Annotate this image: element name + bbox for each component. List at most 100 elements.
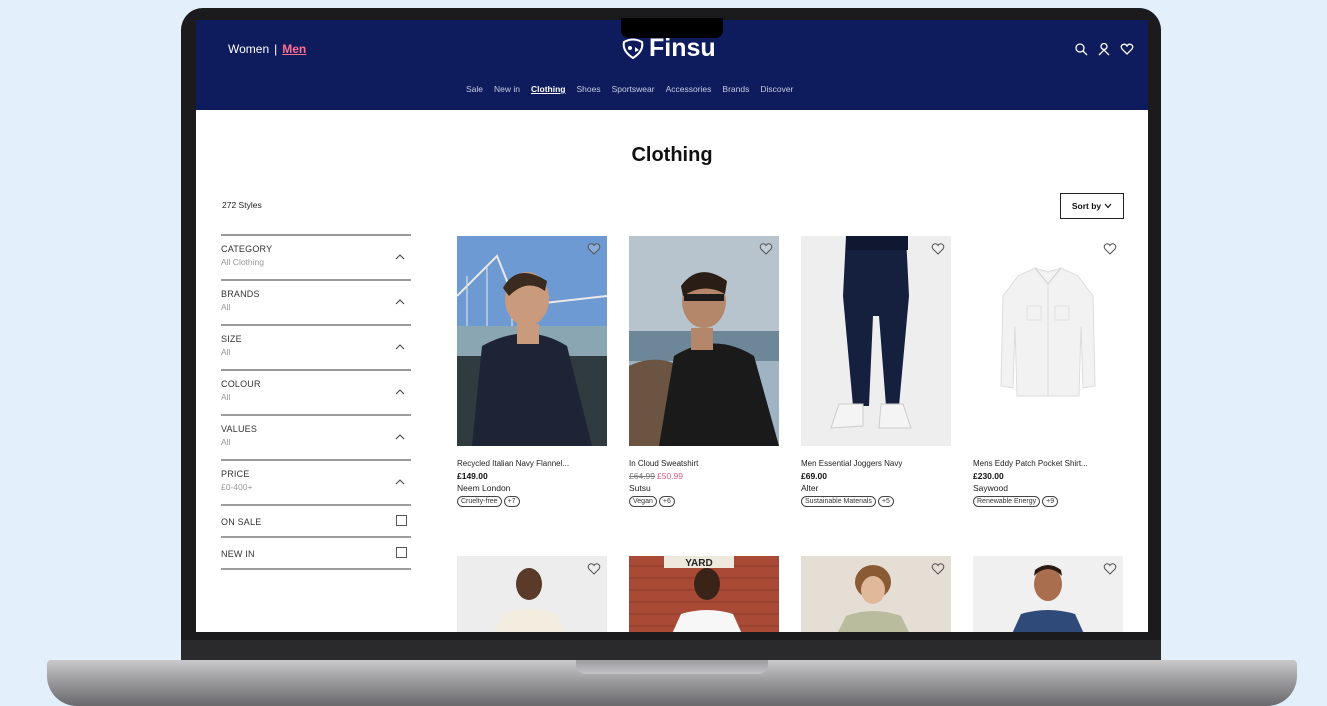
wishlist-heart-icon[interactable] [759,242,773,255]
new-in-checkbox[interactable] [396,547,407,558]
filter-title: SIZE [221,334,242,344]
product-brand[interactable]: Alter [801,483,951,493]
wishlist-heart-icon[interactable] [1103,242,1117,255]
chevron-up-icon[interactable] [395,387,405,397]
more-tags-badge[interactable]: +7 [503,496,520,507]
filter-title: PRICE [221,469,250,479]
styles-count: 272 Styles [222,200,262,210]
product-image[interactable] [801,236,951,446]
filter-on-sale[interactable]: ON SALE [221,506,411,538]
logo-mark-icon [622,38,644,59]
product-tags: Vegan +6 [629,496,779,507]
nav-sportswear[interactable]: Sportswear [612,84,655,94]
product-image[interactable]: YARD [629,556,779,632]
main-nav: Sale New in Clothing Shoes Sportswear Ac… [466,84,793,94]
gender-women-link[interactable]: Women [228,42,269,56]
filter-value: All [221,302,231,312]
sale-price: £50.99 [657,471,683,481]
product-price: £69.00 [801,471,827,481]
product-price: £230.00 [973,471,1004,481]
gender-men-link[interactable]: Men [282,42,306,56]
product-brand[interactable]: Saywood [973,483,1123,493]
nav-new-in[interactable]: New in [494,84,520,94]
product-card[interactable]: Men Essential Joggers Navy £69.00 Alter … [801,236,951,507]
filter-category[interactable]: CATEGORY All Clothing [221,236,411,281]
product-image[interactable] [973,236,1123,446]
search-icon[interactable] [1074,42,1088,56]
chevron-up-icon[interactable] [395,297,405,307]
product-brand[interactable]: Sutsu [629,483,779,493]
laptop-groove [576,660,768,674]
value-tag[interactable]: Sustainable Materials [801,496,876,507]
value-tag[interactable]: Renewable Energy [973,496,1041,507]
wishlist-heart-icon[interactable] [587,562,601,575]
filter-title: VALUES [221,424,258,434]
nav-sale[interactable]: Sale [466,84,483,94]
laptop-hinge [181,640,1161,662]
gender-separator: | [274,42,278,56]
filter-title: BRANDS [221,289,260,299]
product-price: £64.99 £50.99 [629,471,779,481]
wishlist-heart-icon[interactable] [1103,562,1117,575]
chevron-up-icon[interactable] [395,477,405,487]
nav-clothing[interactable]: Clothing [531,84,565,94]
product-image[interactable] [457,236,607,446]
filter-new-in[interactable]: NEW IN [221,538,411,570]
product-name[interactable]: Men Essential Joggers Navy [801,459,951,468]
chevron-up-icon[interactable] [395,342,405,352]
product-brand[interactable]: Neem London [457,483,607,493]
page-title: Clothing [631,144,713,166]
filter-value: £0-400+ [221,482,253,492]
filter-brands[interactable]: BRANDS All [221,281,411,326]
product-image[interactable] [457,556,607,632]
chevron-up-icon[interactable] [395,432,405,442]
product-tags: Renewable Energy +9 [973,496,1123,507]
sign-text: YARD [685,558,712,569]
gender-switch: Women | Men [228,42,306,56]
filter-title: ON SALE [221,517,262,527]
header-icons [1074,42,1134,56]
sort-by-button[interactable]: Sort by [1060,193,1124,219]
more-tags-badge[interactable]: +9 [1042,496,1059,507]
more-tags-badge[interactable]: +5 [877,496,894,507]
site-logo[interactable]: Finsu [620,34,716,63]
product-card[interactable]: In Cloud Sweatshirt £64.99 £50.99 Sutsu V… [629,236,779,507]
product-name[interactable]: In Cloud Sweatshirt [629,459,779,468]
more-tags-badge[interactable]: +6 [658,496,675,507]
wishlist-icon[interactable] [1120,42,1134,56]
account-icon[interactable] [1097,42,1111,56]
chevron-up-icon[interactable] [395,252,405,262]
filter-size[interactable]: SIZE All [221,326,411,371]
filter-colour[interactable]: COLOUR All [221,371,411,416]
wishlist-heart-icon[interactable] [587,242,601,255]
sort-by-label: Sort by [1071,201,1102,211]
on-sale-checkbox[interactable] [396,515,407,526]
product-name[interactable]: Recycled Italian Navy Flannel... [457,459,607,468]
nav-shoes[interactable]: Shoes [576,84,600,94]
laptop-screen: Women | Men Finsu Sale New in Clothing S… [196,20,1148,632]
product-image[interactable] [629,236,779,446]
chevron-down-icon [1104,203,1112,209]
nav-brands[interactable]: Brands [722,84,749,94]
product-card[interactable]: Mens Eddy Patch Pocket Shirt... £230.00 … [973,236,1123,507]
nav-discover[interactable]: Discover [760,84,793,94]
filter-values[interactable]: VALUES All [221,416,411,461]
product-image[interactable] [801,556,951,632]
value-tag[interactable]: Cruelty-free [457,496,502,507]
logo-text: Finsu [649,34,716,62]
product-card[interactable]: Recycled Italian Navy Flannel... £149.00… [457,236,607,507]
filter-price[interactable]: PRICE £0-400+ [221,461,411,506]
filter-value: All Clothing [221,257,264,267]
filter-title: NEW IN [221,549,255,559]
nav-accessories[interactable]: Accessories [666,84,712,94]
value-tag[interactable]: Vegan [629,496,657,507]
filter-title: CATEGORY [221,244,273,254]
product-image[interactable] [973,556,1123,632]
filter-value: All [221,347,231,357]
product-name[interactable]: Mens Eddy Patch Pocket Shirt... [973,459,1123,468]
product-tags: Cruelty-free +7 [457,496,607,507]
wishlist-heart-icon[interactable] [931,242,945,255]
product-tags: Sustainable Materials +5 [801,496,951,507]
wishlist-heart-icon[interactable] [931,562,945,575]
filter-value: All [221,437,231,447]
